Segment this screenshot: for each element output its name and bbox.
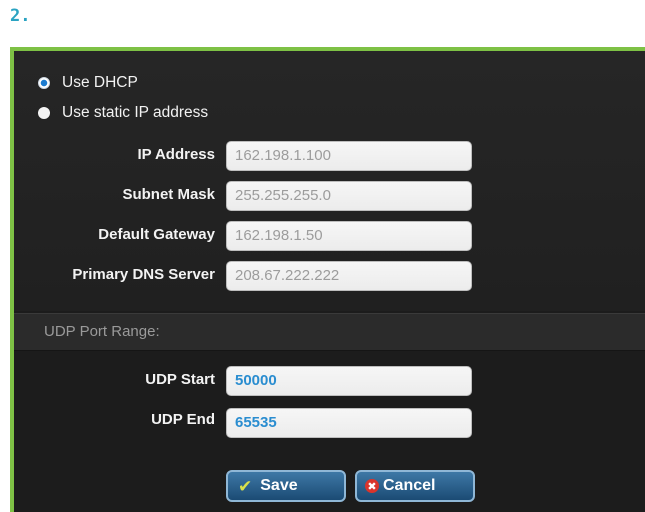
radio-selected-icon[interactable] bbox=[38, 77, 50, 89]
save-label: Save bbox=[260, 477, 298, 494]
udp-start-field[interactable]: 50000 bbox=[226, 366, 472, 396]
network-settings-panel: Use DHCP Use static IP address IP Addres… bbox=[10, 47, 645, 512]
primary-dns-label: Primary DNS Server bbox=[72, 266, 215, 283]
default-gateway-field[interactable]: 162.198.1.50 bbox=[226, 221, 472, 251]
cancel-label: Cancel bbox=[383, 477, 436, 494]
cancel-x-icon: ✖ bbox=[365, 479, 379, 493]
ip-address-label: IP Address bbox=[137, 146, 215, 163]
ip-address-field[interactable]: 162.198.1.100 bbox=[226, 141, 472, 171]
save-button[interactable]: ✔ Save bbox=[226, 470, 346, 502]
subnet-mask-field[interactable]: 255.255.255.0 bbox=[226, 181, 472, 211]
radio-unselected-icon[interactable] bbox=[38, 107, 50, 119]
udp-end-field[interactable]: 65535 bbox=[226, 408, 472, 438]
dhcp-option[interactable]: Use DHCP bbox=[38, 73, 138, 93]
subnet-mask-label: Subnet Mask bbox=[122, 186, 215, 203]
step-number: 2. bbox=[10, 6, 31, 26]
default-gateway-label: Default Gateway bbox=[98, 226, 215, 243]
udp-start-label: UDP Start bbox=[145, 371, 215, 388]
static-ip-label: Use static IP address bbox=[62, 104, 209, 121]
checkmark-icon: ✔ bbox=[238, 476, 253, 496]
static-ip-option[interactable]: Use static IP address bbox=[38, 103, 208, 123]
udp-section-title: UDP Port Range: bbox=[44, 323, 160, 340]
udp-section-header: UDP Port Range: bbox=[14, 313, 645, 351]
udp-end-label: UDP End bbox=[151, 411, 215, 428]
dhcp-label: Use DHCP bbox=[62, 74, 138, 91]
primary-dns-field[interactable]: 208.67.222.222 bbox=[226, 261, 472, 291]
cancel-button[interactable]: ✖ Cancel bbox=[355, 470, 475, 502]
